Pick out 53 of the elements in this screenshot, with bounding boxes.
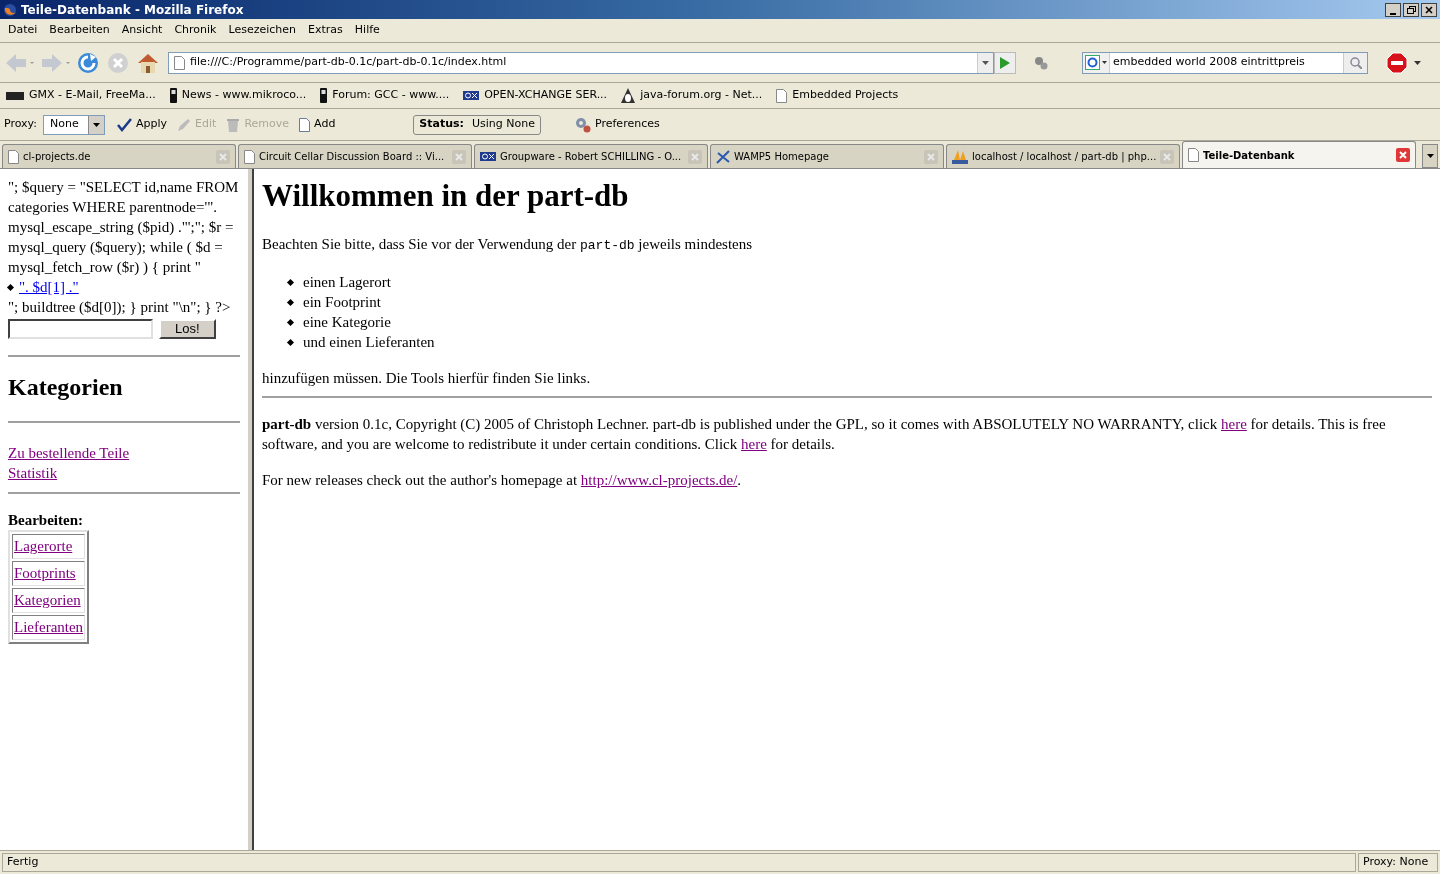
tab[interactable]: localhost / localhost / part-db | php...: [946, 144, 1180, 168]
list-item: und einen Lieferanten: [303, 333, 435, 352]
status-value: Using None: [472, 116, 535, 133]
intro-text: Beachten Sie bitte, dass Sie vor der Verwendung der part-db jeweils mindestens: [262, 235, 754, 255]
license-text: part-db version 0.1c, Copyright (C) 2005 of Christoph Lechner. part-db is published under the GPL, so it comes with ABSOLUTELY NO WARRANTY, click here for details. This is free software, and you are welcome to redistribute it under certain conditions. Click here for details.: [262, 415, 1387, 454]
search-field[interactable]: embedded world 2008 eintrittpreis: [1082, 51, 1368, 74]
submit-button[interactable]: Los!: [159, 319, 216, 339]
tab[interactable]: Circuit Cellar Discussion Board :: Vi...: [238, 144, 472, 168]
tab[interactable]: WAMP5 Homepage: [710, 144, 944, 168]
address-field[interactable]: file:///C:/Programme/part-db-0.1c/part-db-0.1c/index.html: [168, 51, 994, 74]
menu-item[interactable]: Chronik: [168, 22, 223, 39]
menu-item[interactable]: Hilfe: [348, 22, 386, 39]
bookmark-item[interactable]: java-forum.org - Net...: [621, 87, 763, 104]
nav-link[interactable]: Statistik: [8, 465, 58, 481]
bookmark-item[interactable]: News - www.mikroco...: [169, 87, 307, 104]
releases-text: For new releases check out the author's homepage at http://www.cl-projects.de/.: [262, 471, 743, 490]
tab[interactable]: Teile-Datenbank: [1182, 141, 1416, 168]
page-heading: Willkommen in der part-db: [262, 178, 630, 214]
url-text: file:///C:/Programme/part-db-0.1c/part-db-0.1c/index.html: [190, 54, 508, 71]
link[interactable]: here: [1221, 416, 1247, 432]
bookmark-item[interactable]: OPEN-XCHANGE SER...: [463, 87, 608, 104]
bookmark-item[interactable]: GMX - E-Mail, FreeMa...: [6, 87, 156, 104]
proxy-status: Proxy: None: [1358, 853, 1438, 872]
proxy-label: Proxy:: [4, 116, 38, 133]
code-text: "; buildtree ($d[0]); } print "\n"; } ?>: [8, 298, 232, 317]
add-button[interactable]: Add: [299, 116, 336, 133]
window-title: Teile-Datenbank - Mozilla Firefox: [21, 1, 244, 19]
tree-link[interactable]: ". $d[1] .": [19, 277, 79, 297]
menu-item[interactable]: Lesezeichen: [222, 22, 303, 39]
link[interactable]: here: [741, 436, 767, 452]
list-item: einen Lagerort: [303, 273, 391, 292]
menu-item[interactable]: Ansicht: [115, 22, 169, 39]
menu-item[interactable]: Datei: [2, 22, 44, 39]
section-heading: Kategorien: [8, 373, 124, 401]
proxy-select[interactable]: None: [43, 114, 106, 135]
link[interactable]: http://www.cl-projects.de/: [580, 472, 738, 488]
status-text: Fertig: [2, 853, 1356, 872]
status-label: Status:: [419, 116, 464, 133]
search-text: embedded world 2008 eintrittpreis: [1112, 54, 1306, 71]
list-item: eine Kategorie: [303, 313, 391, 332]
tab[interactable]: Groupware - Robert SCHILLING - O...: [474, 144, 708, 168]
menu-item[interactable]: Extras: [302, 22, 349, 39]
tab[interactable]: cl-projects.de: [2, 144, 236, 168]
preferences-button[interactable]: Preferences: [575, 116, 660, 133]
code-text: "; $query = "SELECT id,name FROM categories WHERE parentnode='". mysql_escape_string ($pid) ."';"; $r = mysql_query ($query); while ( $d = mysql_fetch_row ($r) ) { print ": [8, 178, 240, 277]
nav-link[interactable]: Zu bestellende Teile: [8, 445, 130, 461]
menu-item[interactable]: Bearbeiten: [43, 22, 116, 39]
bookmark-item[interactable]: Embedded Projects: [776, 87, 899, 104]
apply-button[interactable]: Apply: [117, 116, 168, 133]
outro-text: hinzufügen müssen. Die Tools hierfür finden Sie links.: [262, 369, 592, 388]
list-item: ein Footprint: [303, 293, 381, 312]
section-label: Bearbeiten:: [8, 511, 84, 530]
bookmark-item[interactable]: Forum: GCC - www....: [320, 87, 450, 104]
